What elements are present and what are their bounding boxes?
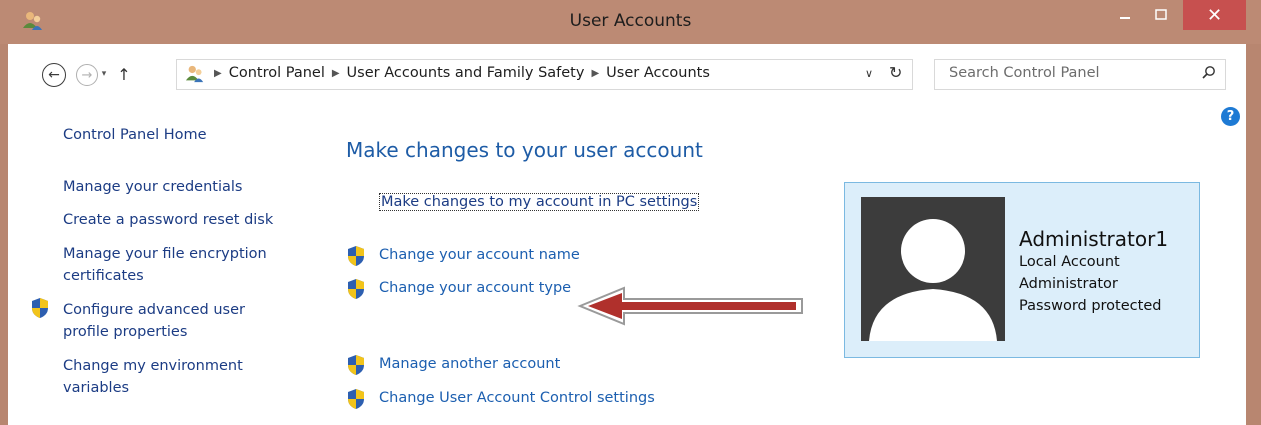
sidebar-item-file-encryption[interactable]: Manage your file encryption certificates [63,243,293,287]
recent-locations-dropdown[interactable]: ▾ [96,66,112,82]
uac-shield-icon [348,389,364,409]
address-bar[interactable]: ▶ Control Panel ▶ User Accounts and Family … [176,59,913,90]
navigation-bar: ← → ▾ ↑ ▶ Control Panel ▶ User Accounts and… [8,44,1246,103]
change-uac-settings-link[interactable]: Change User Account Control settings [379,390,655,406]
account-card: Administrator1 Local Account Administrat… [844,182,1200,358]
minimize-button[interactable] [1110,0,1140,30]
search-placeholder: Search Control Panel [949,65,1100,81]
uac-shield-icon [348,246,364,266]
account-name: Administrator1 [1019,227,1169,251]
chevron-right-icon: ▶ [591,68,600,79]
uac-shield-icon [348,279,364,299]
account-type: Local Account [1019,254,1120,270]
annotation-arrow-icon [577,286,803,326]
refresh-button[interactable]: ↻ [889,63,902,82]
sidebar-item-advanced-profile[interactable]: Configure advanced user profile properti… [63,299,273,343]
up-button[interactable]: ↑ [115,64,133,84]
title-bar: User Accounts ✕ [0,0,1261,44]
search-icon[interactable] [1201,65,1217,81]
chevron-right-icon: ▶ [331,68,340,79]
account-role: Administrator [1019,276,1118,292]
user-silhouette-icon [869,219,997,341]
back-button[interactable]: ← [42,63,66,87]
change-account-name-link[interactable]: Change your account name [379,247,580,263]
sidebar-item-credentials[interactable]: Manage your credentials [63,176,303,198]
avatar [861,197,1005,341]
content-area: ? Control Panel Home Manage your credent… [8,102,1246,425]
account-status: Password protected [1019,298,1162,314]
address-dropdown-button[interactable]: ∨ [865,67,873,80]
breadcrumb-user-accounts[interactable]: User Accounts [606,65,710,81]
user-accounts-icon [185,65,204,83]
breadcrumb-control-panel[interactable]: Control Panel [229,65,325,81]
window-title: User Accounts [569,11,692,31]
maximize-button[interactable] [1146,0,1176,30]
help-icon[interactable]: ? [1221,107,1240,126]
uac-shield-icon [32,298,48,318]
search-input[interactable]: Search Control Panel [934,59,1226,90]
chevron-right-icon: ▶ [214,68,222,79]
breadcrumb: ▶ Control Panel ▶ User Accounts and Family … [207,65,710,81]
breadcrumb-user-accounts-family-safety[interactable]: User Accounts and Family Safety [347,65,585,81]
sidebar-home-link[interactable]: Control Panel Home [63,124,207,146]
uac-shield-icon [348,355,364,375]
sidebar-item-environment-variables[interactable]: Change my environment variables [63,355,273,399]
pc-settings-link[interactable]: Make changes to my account in PC setting… [379,193,700,211]
forward-button[interactable]: → [76,64,98,86]
change-account-type-link[interactable]: Change your account type [379,280,571,296]
close-button[interactable]: ✕ [1183,0,1246,30]
manage-another-account-link[interactable]: Manage another account [379,356,560,372]
page-title: Make changes to your user account [346,138,703,162]
sidebar-item-password-reset-disk[interactable]: Create a password reset disk [63,209,303,231]
